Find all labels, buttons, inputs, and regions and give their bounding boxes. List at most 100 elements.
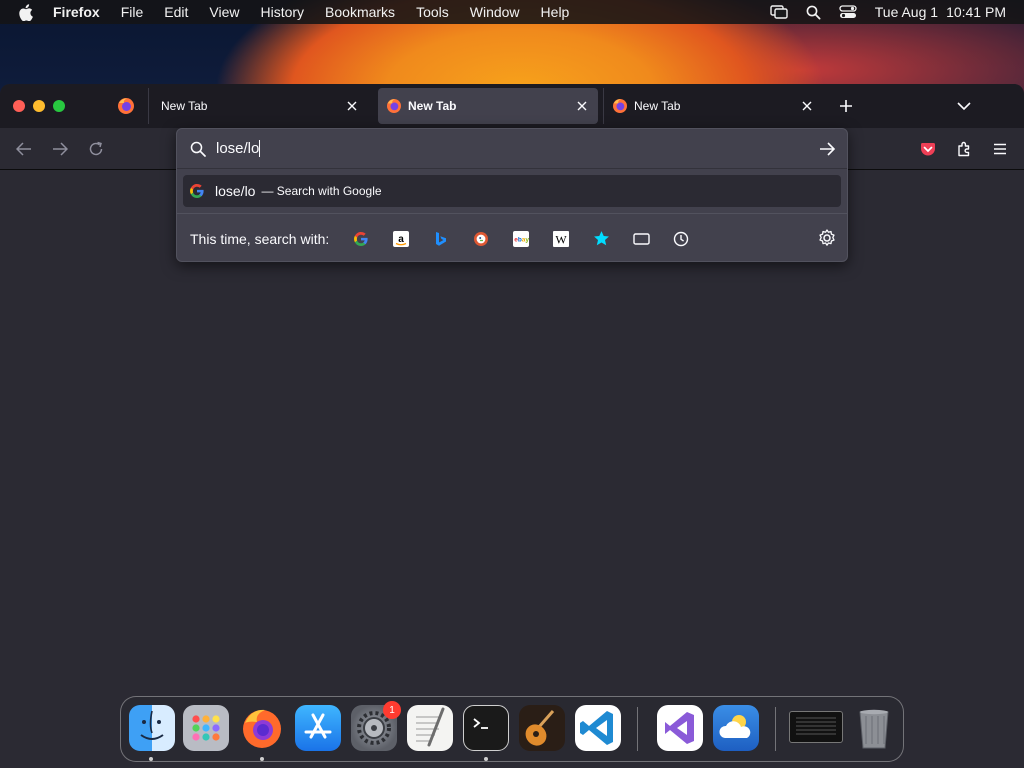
firefox-view-button[interactable] bbox=[108, 90, 144, 122]
app-store-icon bbox=[304, 713, 332, 739]
tab-3-label: New Tab bbox=[634, 99, 681, 113]
star-icon bbox=[593, 231, 609, 246]
duckduckgo-icon bbox=[474, 231, 489, 246]
dock-trash[interactable] bbox=[851, 705, 897, 751]
clock-date: Tue Aug 1 bbox=[874, 4, 939, 20]
zoom-window-button[interactable] bbox=[53, 100, 65, 112]
tab-1-label: New Tab bbox=[161, 99, 208, 113]
menu-view[interactable]: View bbox=[209, 0, 239, 24]
apple-menu-icon[interactable] bbox=[18, 3, 36, 21]
engine-tabs-button[interactable] bbox=[625, 223, 657, 255]
menu-history[interactable]: History bbox=[260, 0, 304, 24]
dock-separator bbox=[637, 707, 638, 751]
dock-textedit[interactable] bbox=[407, 705, 453, 751]
go-arrow-icon[interactable] bbox=[817, 139, 837, 159]
app-menu-button[interactable] bbox=[988, 137, 1012, 161]
vscode-icon bbox=[580, 711, 613, 745]
dock-weather[interactable] bbox=[713, 705, 759, 751]
dock: 1 bbox=[120, 696, 904, 762]
engine-google-button[interactable] bbox=[345, 223, 377, 255]
spotlight-search-icon[interactable] bbox=[806, 5, 821, 20]
clock-time: 10:41 PM bbox=[946, 4, 1006, 20]
trash-icon bbox=[859, 709, 889, 749]
new-tab-button[interactable] bbox=[834, 94, 858, 118]
window-controls bbox=[13, 100, 65, 112]
menubar-status-area: Tue Aug 1 10:41 PM bbox=[770, 0, 1006, 24]
finder-icon bbox=[140, 710, 164, 740]
running-indicator bbox=[484, 757, 488, 761]
dock-recent-document[interactable] bbox=[789, 711, 843, 743]
urlbar-input[interactable]: lose/lo bbox=[216, 140, 259, 157]
tab-3[interactable]: New Tab bbox=[603, 88, 823, 124]
tab-strip: New Tab New Tab New Tab bbox=[0, 84, 1024, 128]
tab-2-close-icon[interactable] bbox=[572, 96, 592, 116]
close-window-button[interactable] bbox=[13, 100, 25, 112]
dock-finder[interactable] bbox=[129, 705, 175, 751]
menu-edit[interactable]: Edit bbox=[164, 0, 188, 24]
engine-ebay-button[interactable]: ebay bbox=[505, 223, 537, 255]
gear-icon[interactable] bbox=[817, 228, 837, 248]
svg-text:a: a bbox=[398, 234, 404, 245]
firefox-icon bbox=[613, 99, 627, 113]
terminal-icon bbox=[473, 718, 488, 729]
google-icon bbox=[354, 231, 368, 246]
launchpad-icon bbox=[192, 715, 220, 741]
search-suggestion-row[interactable]: lose/lo — Search with Google bbox=[183, 175, 841, 207]
chevron-down-icon bbox=[957, 102, 971, 111]
tab-1[interactable]: New Tab bbox=[148, 88, 368, 124]
textedit-icon bbox=[416, 707, 445, 747]
engine-duckduckgo-button[interactable] bbox=[465, 223, 497, 255]
dock-separator bbox=[775, 707, 776, 751]
engine-bing-button[interactable] bbox=[425, 223, 457, 255]
tab-2-label: New Tab bbox=[408, 99, 457, 113]
menu-app-name[interactable]: Firefox bbox=[53, 0, 100, 24]
engine-wikipedia-button[interactable]: W bbox=[545, 223, 577, 255]
svg-text:W: W bbox=[556, 232, 568, 246]
menu-tools[interactable]: Tools bbox=[416, 0, 449, 24]
dock-app-store[interactable] bbox=[295, 705, 341, 751]
back-button[interactable] bbox=[12, 137, 36, 161]
tab-2[interactable]: New Tab bbox=[378, 88, 598, 124]
menu-help[interactable]: Help bbox=[541, 0, 570, 24]
svg-text:ebay: ebay bbox=[514, 236, 529, 243]
pocket-icon bbox=[921, 142, 935, 155]
tab-1-close-icon[interactable] bbox=[342, 96, 362, 116]
arrow-left-icon bbox=[16, 142, 31, 156]
search-icon bbox=[190, 141, 206, 157]
one-off-search-row: This time, search with: a ebay W bbox=[177, 213, 847, 263]
dock-garageband[interactable] bbox=[519, 705, 565, 751]
extensions-button[interactable] bbox=[952, 137, 976, 161]
firefox-icon bbox=[243, 709, 281, 748]
amazon-icon: a bbox=[393, 230, 410, 247]
minimize-window-button[interactable] bbox=[33, 100, 45, 112]
clock-icon bbox=[674, 231, 689, 246]
forward-button[interactable] bbox=[48, 137, 72, 161]
dock-launchpad[interactable] bbox=[183, 705, 229, 751]
plus-icon bbox=[840, 100, 852, 112]
bing-icon bbox=[436, 231, 447, 246]
menu-window[interactable]: Window bbox=[470, 0, 520, 24]
menu-bookmarks[interactable]: Bookmarks bbox=[325, 0, 395, 24]
dock-visual-studio[interactable] bbox=[657, 705, 703, 751]
ebay-icon: ebay bbox=[513, 230, 530, 247]
engine-history-button[interactable] bbox=[665, 223, 697, 255]
menu-file[interactable]: File bbox=[121, 0, 144, 24]
dock-system-settings[interactable]: 1 bbox=[351, 701, 401, 751]
menu-bar: Firefox File Edit View History Bookmarks… bbox=[0, 0, 1024, 24]
engine-bookmarks-button[interactable] bbox=[585, 223, 617, 255]
dock-terminal[interactable] bbox=[463, 705, 509, 751]
list-all-tabs-button[interactable] bbox=[952, 94, 976, 118]
reload-icon bbox=[89, 141, 103, 156]
control-center-icon[interactable] bbox=[839, 5, 857, 19]
dock-vscode[interactable] bbox=[575, 705, 621, 751]
puzzle-piece-icon bbox=[958, 141, 970, 157]
screen-mirroring-icon[interactable] bbox=[770, 5, 788, 19]
running-indicator bbox=[260, 757, 264, 761]
engine-amazon-button[interactable]: a bbox=[385, 223, 417, 255]
reload-button[interactable] bbox=[84, 137, 108, 161]
menubar-clock[interactable]: Tue Aug 1 10:41 PM bbox=[875, 4, 1006, 20]
dock-firefox[interactable] bbox=[239, 705, 285, 751]
firefox-icon bbox=[387, 99, 401, 113]
tab-3-close-icon[interactable] bbox=[797, 96, 817, 116]
pocket-button[interactable] bbox=[916, 137, 940, 161]
